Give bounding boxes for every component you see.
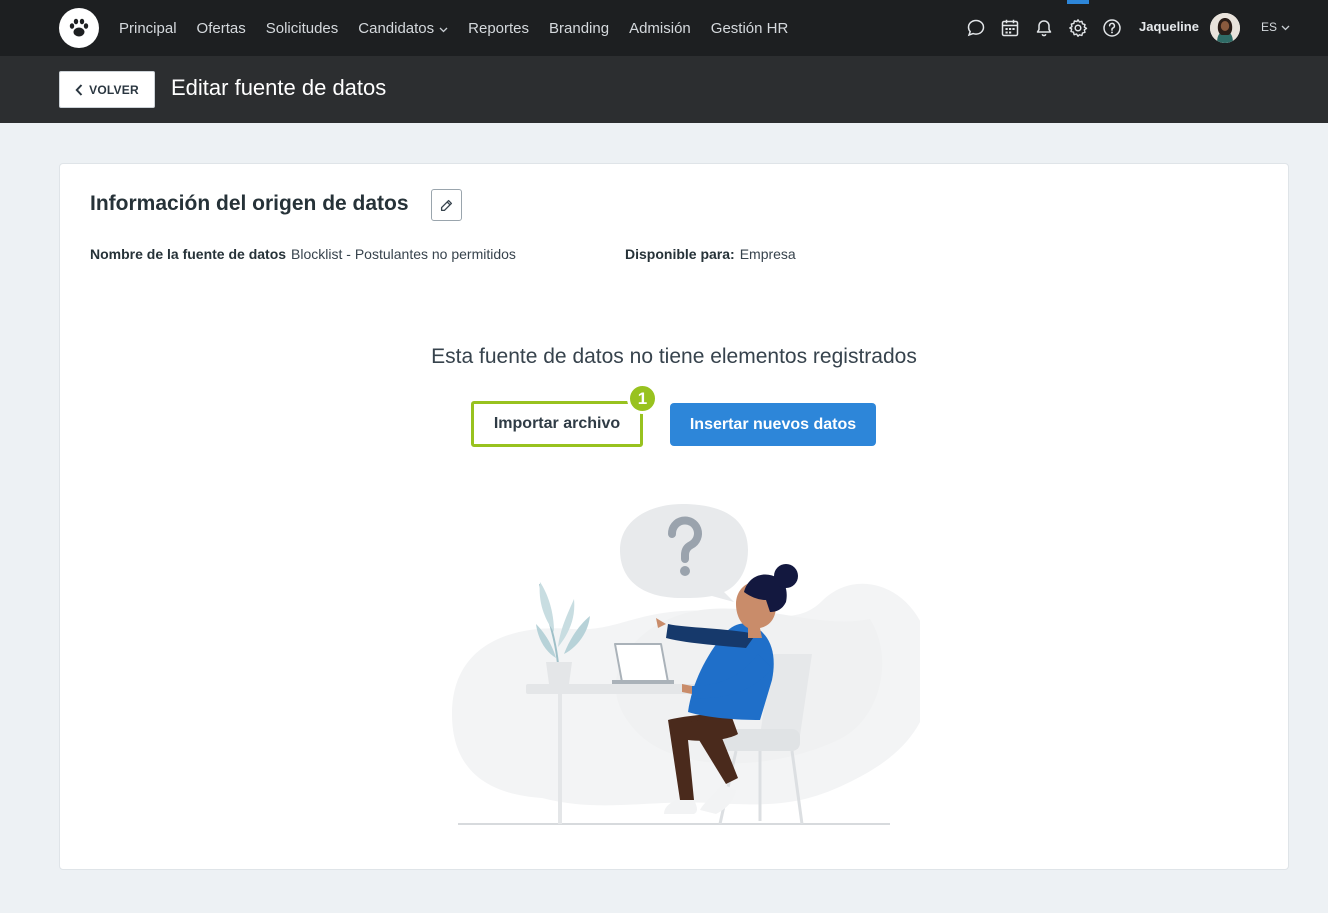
active-indicator <box>1067 0 1089 4</box>
chat-icon[interactable] <box>966 18 986 38</box>
back-button-label: VOLVER <box>89 82 139 97</box>
nav-item-label: Principal <box>119 19 177 37</box>
empty-state-message: Esta fuente de datos no tiene elementos … <box>431 345 917 368</box>
pencil-icon <box>440 199 453 211</box>
language-selector[interactable]: ES <box>1261 20 1290 34</box>
field-available-for: Disponible para: Empresa <box>625 246 796 262</box>
calendar-icon[interactable] <box>1000 18 1020 38</box>
page-title: Editar fuente de datos <box>171 75 387 100</box>
user-avatar[interactable] <box>1210 13 1240 43</box>
nav-item-solicitudes[interactable]: Solicitudes <box>256 0 349 56</box>
nav-item-label: Candidatos <box>358 19 435 37</box>
chevron-down-icon <box>1281 20 1290 34</box>
step-badge: 1 <box>627 383 658 414</box>
import-file-label: Importar archivo <box>493 415 621 432</box>
import-file-button[interactable]: Importar archivo <box>471 401 643 447</box>
edit-button[interactable] <box>431 189 462 221</box>
bell-icon[interactable] <box>1034 18 1054 38</box>
help-icon[interactable] <box>1102 18 1122 38</box>
field-label: Nombre de la fuente de datos <box>90 246 287 262</box>
main-nav-links: Principal Ofertas Solicitudes Candidatos… <box>109 0 798 56</box>
page-subheader: VOLVER Editar fuente de datos <box>0 56 1328 123</box>
section-title: Información del origen de datos <box>90 192 409 215</box>
nav-item-label: Admisión <box>629 19 691 37</box>
field-value: Empresa <box>739 246 796 262</box>
data-source-card: Información del origen de datos Nombre d… <box>59 163 1289 870</box>
nav-item-gestion-hr[interactable]: Gestión HR <box>701 0 799 56</box>
nav-item-label: Reportes <box>468 19 530 37</box>
gear-icon[interactable] <box>1068 18 1088 38</box>
empty-state-illustration <box>440 494 932 839</box>
back-button[interactable]: VOLVER <box>59 71 155 108</box>
language-label: ES <box>1261 20 1278 34</box>
top-navigation-bar: Principal Ofertas Solicitudes Candidatos… <box>0 0 1328 56</box>
nav-item-principal[interactable]: Principal <box>109 0 187 56</box>
nav-item-label: Branding <box>549 19 610 37</box>
field-label: Disponible para: <box>625 246 735 262</box>
nav-item-reportes[interactable]: Reportes <box>458 0 539 56</box>
chevron-left-icon <box>75 83 83 96</box>
nav-item-label: Ofertas <box>196 19 246 37</box>
field-value: Blocklist - Postulantes no permitidos <box>291 246 516 262</box>
chevron-down-icon <box>439 20 448 37</box>
nav-item-label: Solicitudes <box>265 19 339 37</box>
paw-logo-icon[interactable] <box>59 8 99 48</box>
insert-new-data-button[interactable]: Insertar nuevos datos <box>670 403 876 446</box>
user-name[interactable]: Jaqueline <box>1139 19 1199 34</box>
nav-item-candidatos[interactable]: Candidatos <box>348 0 458 56</box>
insert-new-data-label: Insertar nuevos datos <box>689 415 857 433</box>
nav-item-ofertas[interactable]: Ofertas <box>187 0 256 56</box>
nav-item-branding[interactable]: Branding <box>539 0 619 56</box>
nav-item-label: Gestión HR <box>710 19 789 37</box>
field-data-source-name: Nombre de la fuente de datos Blocklist - … <box>90 246 516 262</box>
nav-item-admision[interactable]: Admisión <box>619 0 701 56</box>
